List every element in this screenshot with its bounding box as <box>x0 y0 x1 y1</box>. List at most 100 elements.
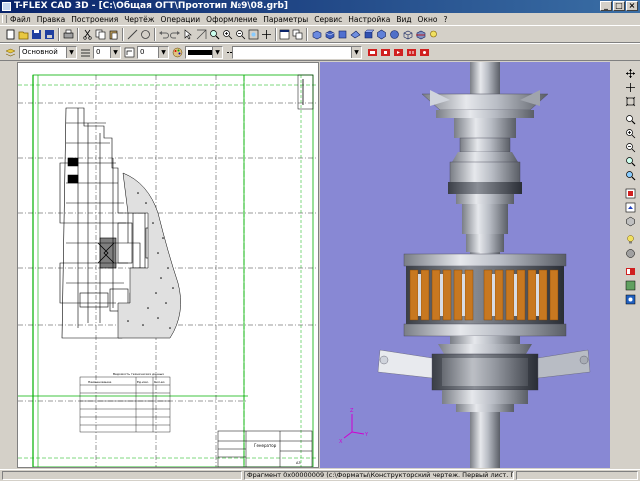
3d-section-icon[interactable] <box>415 29 426 40</box>
menu-file[interactable]: Файл <box>10 15 31 24</box>
toolbar-separator <box>154 28 156 41</box>
menu-window[interactable]: Окно <box>418 15 438 24</box>
shading-icon[interactable] <box>625 248 636 259</box>
save-as-icon[interactable] <box>44 29 55 40</box>
3d-rotate-icon[interactable] <box>324 29 335 40</box>
menu-drawing[interactable]: Чертёж <box>124 15 154 24</box>
menu-help[interactable]: ? <box>443 15 447 24</box>
menu-parameters[interactable]: Параметры <box>263 15 308 24</box>
rotor-assembly <box>403 253 567 337</box>
menu-service[interactable]: Сервис <box>314 15 342 24</box>
3d-side-view-icon[interactable] <box>363 29 374 40</box>
texture-icon[interactable] <box>625 280 636 291</box>
3d-view-icon[interactable] <box>311 29 322 40</box>
title-block-name: Генератор <box>254 443 277 448</box>
open-folder-icon[interactable] <box>18 29 29 40</box>
status-bar: Фрагмент 0x00000009 (c:\Форматы\Конструк… <box>0 469 640 481</box>
print-icon[interactable] <box>63 29 74 40</box>
iso-view-icon[interactable] <box>625 216 636 227</box>
paste-icon[interactable] <box>108 29 119 40</box>
snap-icon[interactable] <box>196 29 207 40</box>
menu-edit[interactable]: Правка <box>37 15 66 24</box>
menu-view[interactable]: Вид <box>396 15 411 24</box>
cut-icon[interactable] <box>82 29 93 40</box>
zoom-extents-icon[interactable] <box>248 29 259 40</box>
3d-light-icon[interactable] <box>428 29 439 40</box>
restore-button[interactable]: □ <box>613 1 625 11</box>
fit-view-icon[interactable] <box>625 96 636 107</box>
chevron-down-icon[interactable]: ▼ <box>351 47 361 58</box>
layer-select[interactable]: Основной ▼ <box>19 46 77 59</box>
status-panel-left <box>2 471 242 480</box>
table-title: Ведомость технических данных <box>113 372 164 376</box>
zoom-all-icon[interactable] <box>625 170 636 181</box>
chevron-down-icon[interactable]: ▼ <box>212 47 222 58</box>
table-header-qty: Кол-во <box>154 380 165 384</box>
app-icon[interactable] <box>2 2 11 11</box>
menu-operations[interactable]: Операции <box>161 15 201 24</box>
zoom-icon[interactable] <box>625 114 636 125</box>
drawing-canvas[interactable]: Ведомость технических данных Наименовани… <box>18 63 319 468</box>
level-select[interactable]: 0 ▼ <box>137 46 169 59</box>
menu-grip[interactable] <box>2 15 7 23</box>
layers-icon[interactable] <box>5 47 16 58</box>
table-header-name: Наименование <box>88 380 111 384</box>
select-arrow-icon[interactable] <box>183 29 194 40</box>
standard-toolbar <box>0 25 640 43</box>
3d-wireframe-icon[interactable] <box>402 29 413 40</box>
save-icon[interactable] <box>31 29 42 40</box>
window-cascade-icon[interactable] <box>292 29 303 40</box>
pattern-select[interactable]: ▼ <box>232 46 362 59</box>
minimize-button[interactable]: _ <box>600 1 612 11</box>
pan-view-icon[interactable] <box>625 82 636 93</box>
title-bar[interactable]: T-FLEX CAD 3D - [C:\Общая ОГТ\Прототип №… <box>0 0 640 13</box>
drawing-window[interactable]: Ведомость технических данных Наименовани… <box>17 62 319 468</box>
3d-top-view-icon[interactable] <box>350 29 361 40</box>
record-icon[interactable] <box>367 47 378 58</box>
3d-canvas[interactable]: Z Y X <box>320 62 610 468</box>
circle-tool-icon[interactable] <box>140 29 151 40</box>
pan-icon[interactable] <box>261 29 272 40</box>
light-bulb-icon[interactable] <box>625 234 636 245</box>
scene-icon[interactable] <box>625 294 636 305</box>
new-file-icon[interactable] <box>5 29 16 40</box>
menu-construct[interactable]: Построения <box>71 15 118 24</box>
record-pause-icon[interactable] <box>406 47 417 58</box>
chevron-down-icon[interactable]: ▼ <box>110 47 120 58</box>
record-play-icon[interactable] <box>393 47 404 58</box>
zoom-out-icon[interactable] <box>625 142 636 153</box>
color-select[interactable]: ▼ <box>185 46 223 59</box>
menu-settings[interactable]: Настройка <box>348 15 390 24</box>
line-tool-icon[interactable] <box>127 29 138 40</box>
toolbar-separator <box>122 28 124 41</box>
zoom-window-icon[interactable] <box>625 156 636 167</box>
material-icon[interactable] <box>625 266 636 277</box>
window-tile-icon[interactable] <box>279 29 290 40</box>
undo-icon[interactable] <box>158 29 169 40</box>
line-width-icon[interactable] <box>80 47 91 58</box>
zoom-window-icon[interactable] <box>209 29 220 40</box>
record-settings-icon[interactable] <box>419 47 430 58</box>
copy-icon[interactable] <box>95 29 106 40</box>
toolbar-separator <box>77 28 79 41</box>
zoom-out-icon[interactable] <box>235 29 246 40</box>
color-palette-icon[interactable] <box>172 47 183 58</box>
line-width-select[interactable]: 0 ▼ <box>93 46 121 59</box>
top-view-icon[interactable] <box>625 202 636 213</box>
rotate-view-icon[interactable] <box>625 68 636 79</box>
redo-icon[interactable] <box>170 29 181 40</box>
chevron-down-icon[interactable]: ▼ <box>158 47 168 58</box>
3d-shade-icon[interactable] <box>389 29 400 40</box>
zoom-in-icon[interactable] <box>222 29 233 40</box>
close-button[interactable]: × <box>626 1 638 11</box>
3d-viewport[interactable]: Z Y X <box>320 62 610 468</box>
record-stop-icon[interactable] <box>380 47 391 58</box>
3d-iso-view-icon[interactable] <box>376 29 387 40</box>
chevron-down-icon[interactable]: ▼ <box>66 47 76 58</box>
level-icon[interactable] <box>124 47 135 58</box>
menu-formatting[interactable]: Оформление <box>206 15 257 24</box>
toolbar-separator <box>58 28 60 41</box>
zoom-in-icon[interactable] <box>625 128 636 139</box>
3d-front-view-icon[interactable] <box>337 29 348 40</box>
front-view-icon[interactable] <box>625 188 636 199</box>
